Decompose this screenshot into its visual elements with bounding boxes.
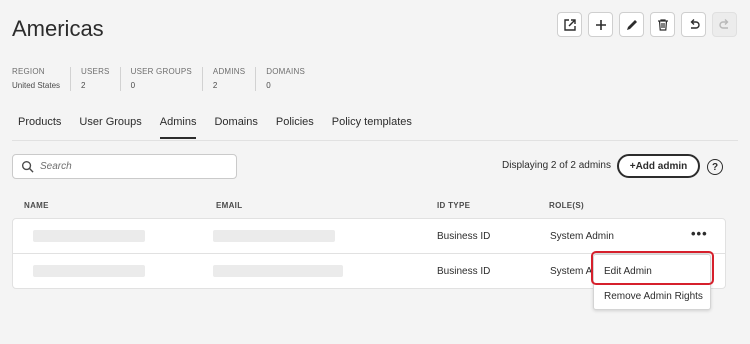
plus-icon bbox=[595, 19, 606, 30]
export-button[interactable] bbox=[557, 12, 582, 37]
tab-admins[interactable]: Admins bbox=[159, 116, 197, 139]
role-cell: System A bbox=[550, 266, 593, 277]
redacted-email bbox=[213, 230, 335, 242]
external-link-icon bbox=[563, 18, 576, 31]
admin-count-text: Displaying 2 of 2 admins bbox=[502, 160, 611, 171]
column-header-email[interactable]: EMAIL bbox=[216, 201, 242, 210]
more-actions-button[interactable]: ••• bbox=[691, 227, 708, 240]
search-icon bbox=[21, 160, 34, 173]
stat-admins: ADMINS 2 bbox=[201, 67, 255, 91]
tab-products[interactable]: Products bbox=[18, 116, 61, 139]
redo-button[interactable] bbox=[712, 12, 737, 37]
column-header-roles[interactable]: ROLE(S) bbox=[549, 201, 584, 210]
search-box[interactable] bbox=[12, 154, 237, 179]
redacted-name bbox=[33, 265, 145, 277]
table-row[interactable]: Business ID System Admin ••• bbox=[13, 219, 725, 254]
help-icon[interactable]: ? bbox=[707, 159, 723, 175]
highlight-annotation bbox=[591, 251, 714, 285]
add-button[interactable] bbox=[588, 12, 613, 37]
id-type-cell: Business ID bbox=[437, 266, 491, 277]
toolbar bbox=[557, 12, 737, 37]
stat-users: USERS 2 bbox=[70, 67, 120, 91]
redacted-name bbox=[33, 230, 145, 242]
redacted-email bbox=[213, 265, 343, 277]
undo-button[interactable] bbox=[681, 12, 706, 37]
column-header-id-type[interactable]: ID TYPE bbox=[437, 201, 470, 210]
id-type-cell: Business ID bbox=[437, 231, 491, 242]
column-header-name[interactable]: NAME bbox=[24, 201, 49, 210]
tab-policies[interactable]: Policies bbox=[276, 116, 314, 139]
redo-icon bbox=[718, 18, 728, 29]
edit-button[interactable] bbox=[619, 12, 644, 37]
stat-user-groups: USER GROUPS 0 bbox=[119, 67, 202, 91]
trash-icon bbox=[657, 18, 668, 31]
search-input[interactable] bbox=[40, 161, 220, 172]
tab-divider bbox=[12, 140, 738, 141]
tab-user-groups[interactable]: User Groups bbox=[79, 116, 141, 139]
add-admin-button[interactable]: +Add admin bbox=[617, 154, 700, 178]
tab-bar: Products User Groups Admins Domains Poli… bbox=[18, 116, 412, 139]
stat-region: REGION United States bbox=[12, 67, 61, 90]
stat-domains: DOMAINS 0 bbox=[255, 67, 315, 91]
delete-button[interactable] bbox=[650, 12, 675, 37]
undo-icon bbox=[690, 18, 700, 29]
menu-item-remove-admin-rights[interactable]: Remove Admin Rights bbox=[604, 291, 703, 302]
tab-policy-templates[interactable]: Policy templates bbox=[332, 116, 412, 139]
pencil-icon bbox=[626, 19, 637, 30]
role-cell: System Admin bbox=[550, 231, 614, 242]
stats-bar: REGION United States USERS 2 USER GROUPS… bbox=[12, 67, 315, 91]
page-title: Americas bbox=[12, 16, 104, 41]
tab-domains[interactable]: Domains bbox=[214, 116, 257, 139]
